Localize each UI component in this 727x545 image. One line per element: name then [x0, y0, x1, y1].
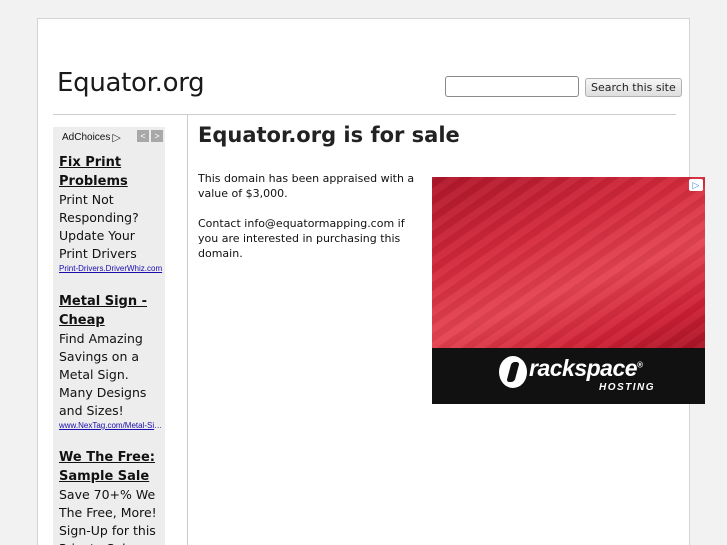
ad-body: Print Not Responding? Update Your Print …	[59, 192, 139, 261]
ad-info-icon[interactable]: ▷	[689, 179, 703, 191]
ad-unit: Fix Print Problems Print Not Responding?…	[59, 153, 165, 275]
ad-title-link[interactable]: Fix Print Problems	[59, 153, 165, 191]
ad-prev-button[interactable]: <	[137, 130, 149, 142]
rackspace-logo-icon	[499, 356, 527, 388]
adchoices-label: AdChoices	[62, 132, 111, 143]
ad-url-link[interactable]: www.NexTag.com/Metal-Sign	[59, 420, 163, 432]
ad-unit: We The Free: Sample Sale Save 70+% We Th…	[59, 448, 165, 545]
page-heading: Equator.org is for sale	[198, 123, 460, 147]
adchoices-icon: ▷	[112, 132, 121, 144]
ad-title-link[interactable]: Metal Sign - Cheap	[59, 292, 165, 330]
ad-title-link[interactable]: We The Free: Sample Sale	[59, 448, 165, 486]
sidebar-divider	[187, 115, 188, 545]
search-input[interactable]	[445, 76, 579, 97]
brand-name: rackspace®	[529, 355, 643, 382]
adchoices-link[interactable]: AdChoices ▷	[62, 131, 121, 144]
ad-navigation: < >	[137, 130, 163, 142]
ad-body: Save 70+% We The Free, More! Sign-Up for…	[59, 487, 157, 545]
main-content: This domain has been appraised with a va…	[198, 171, 426, 261]
ad-next-button[interactable]: >	[151, 130, 163, 142]
banner-background	[432, 177, 705, 348]
registered-mark: ®	[637, 360, 643, 370]
contact-text: Contact info@equatormapping.com if you a…	[198, 217, 405, 260]
brand-name-text: rackspace	[529, 355, 638, 381]
site-title[interactable]: Equator.org	[57, 68, 205, 98]
search-button[interactable]: Search this site	[585, 78, 682, 97]
ad-url-link[interactable]: Print-Drivers.DriverWhiz.com	[59, 263, 163, 275]
brand-tagline: HOSTING	[599, 382, 656, 393]
banner-ad[interactable]: ▷ rackspace® HOSTING	[432, 177, 705, 404]
ad-unit: Metal Sign - Cheap Find Amazing Savings …	[59, 292, 165, 432]
appraisal-text: This domain has been appraised with a va…	[198, 172, 415, 200]
page-container: Equator.org Search this site AdChoices ▷…	[37, 18, 705, 545]
ad-body: Find Amazing Savings on a Metal Sign. Ma…	[59, 331, 147, 418]
ad-sidebar: AdChoices ▷ < > Fix Print Problems Print…	[53, 127, 165, 545]
header-divider	[53, 114, 676, 115]
